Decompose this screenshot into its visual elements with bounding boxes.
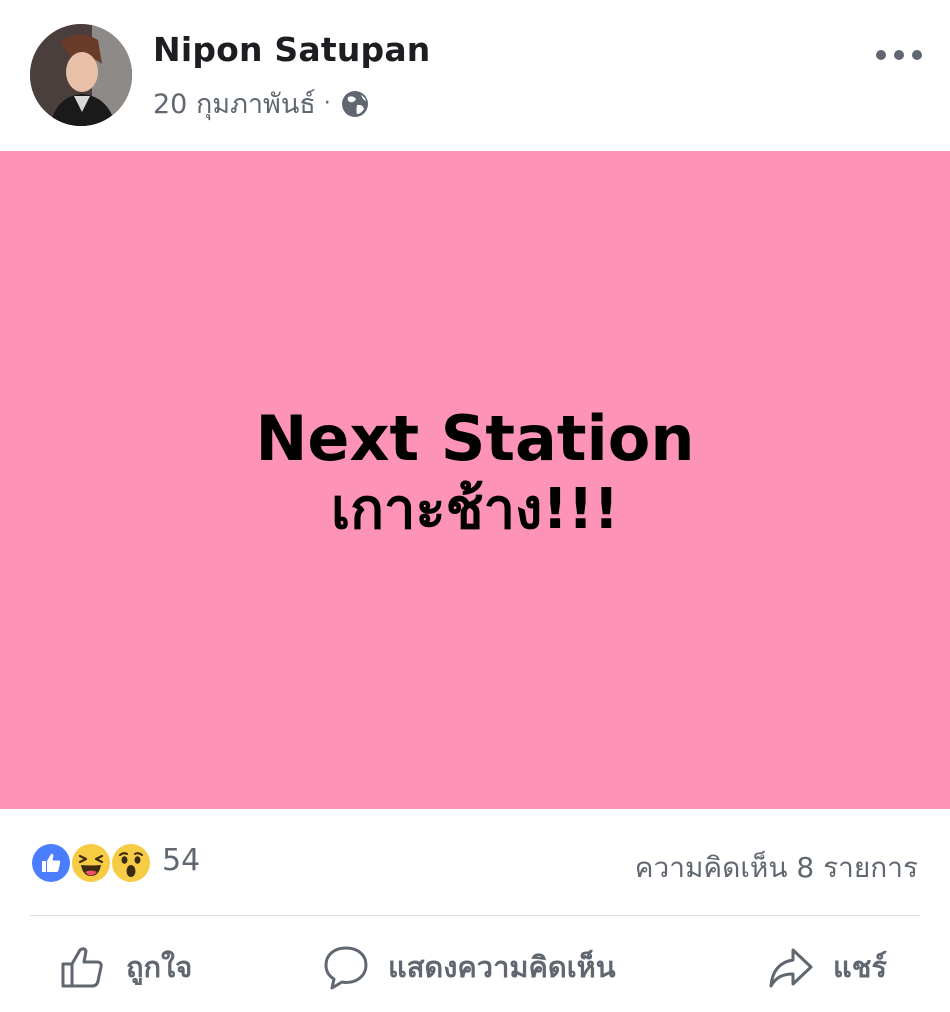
thumbs-up-icon — [61, 947, 103, 988]
post-date[interactable]: 20 กุมภาพันธ์ — [153, 82, 316, 125]
meta-separator: · — [323, 91, 331, 116]
post-header: Nipon Satupan 20 กุมภาพันธ์ · — [0, 0, 950, 151]
like-button[interactable]: ถูกใจ — [58, 942, 192, 992]
more-dot — [912, 50, 922, 60]
comment-count[interactable]: ความคิดเห็น 8 รายการ — [635, 846, 918, 890]
post-text-line-1: Next Station — [255, 402, 695, 476]
post-text-line-2: เกาะช้าง!!! — [331, 476, 619, 542]
avatar[interactable] — [30, 24, 132, 126]
comment-label: แสดงความคิดเห็น — [388, 950, 616, 984]
more-dot — [876, 50, 886, 60]
globe-icon — [341, 90, 368, 117]
haha-reaction-icon — [70, 842, 112, 884]
author-name[interactable]: Nipon Satupan — [153, 30, 431, 69]
post-meta: 20 กุมภาพันธ์ · — [153, 82, 371, 125]
share-button[interactable]: แชร์ — [767, 942, 887, 992]
action-bar: ถูกใจ แสดงความคิดเห็น แชร์ — [0, 916, 950, 1012]
more-options-icon[interactable] — [876, 40, 922, 70]
comment-button[interactable]: แสดงความคิดเห็น — [322, 942, 616, 992]
like-label: ถูกใจ — [126, 950, 193, 984]
wow-reaction-icon — [110, 842, 152, 884]
share-arrow-icon — [769, 948, 813, 988]
like-reaction-icon — [30, 842, 72, 884]
reaction-count[interactable]: 54 — [162, 843, 200, 878]
comment-icon — [324, 946, 368, 990]
more-dot — [894, 50, 904, 60]
share-label: แชร์ — [833, 950, 887, 984]
post-status-card[interactable]: Next Station เกาะช้าง!!! — [0, 151, 950, 809]
avatar-image — [30, 24, 132, 126]
